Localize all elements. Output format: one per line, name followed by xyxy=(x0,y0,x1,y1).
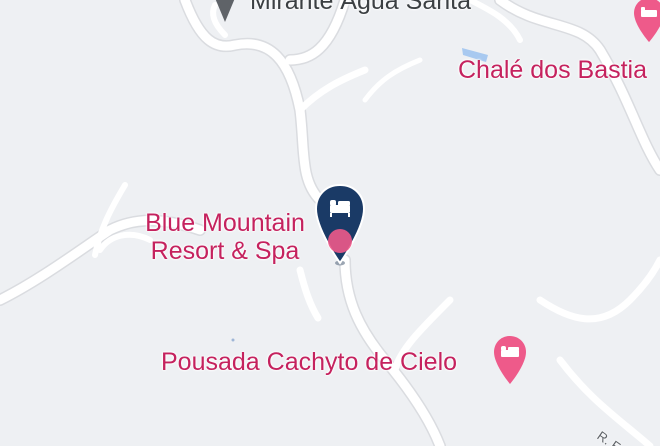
hotel-icon[interactable] xyxy=(632,0,660,50)
viewpoint-icon[interactable] xyxy=(210,0,240,24)
place-label-mirante[interactable]: Mirante Água Santa xyxy=(250,0,471,16)
place-label-line: Blue Mountain xyxy=(145,209,305,237)
place-label-chale[interactable]: Chalé dos Bastia xyxy=(458,56,647,85)
place-label-blue-mountain[interactable]: Blue Mountain Resort & Spa xyxy=(135,209,315,265)
map-canvas[interactable]: Mirante Água Santa Chalé dos Bastia Blue… xyxy=(0,0,660,446)
place-label-line: Resort & Spa xyxy=(150,236,300,265)
hotel-icon[interactable] xyxy=(492,334,528,390)
place-label-pousada[interactable]: Pousada Cachyto de Cielo xyxy=(161,348,457,377)
water-dot xyxy=(231,338,235,342)
selected-hotel-pin[interactable] xyxy=(312,183,368,269)
